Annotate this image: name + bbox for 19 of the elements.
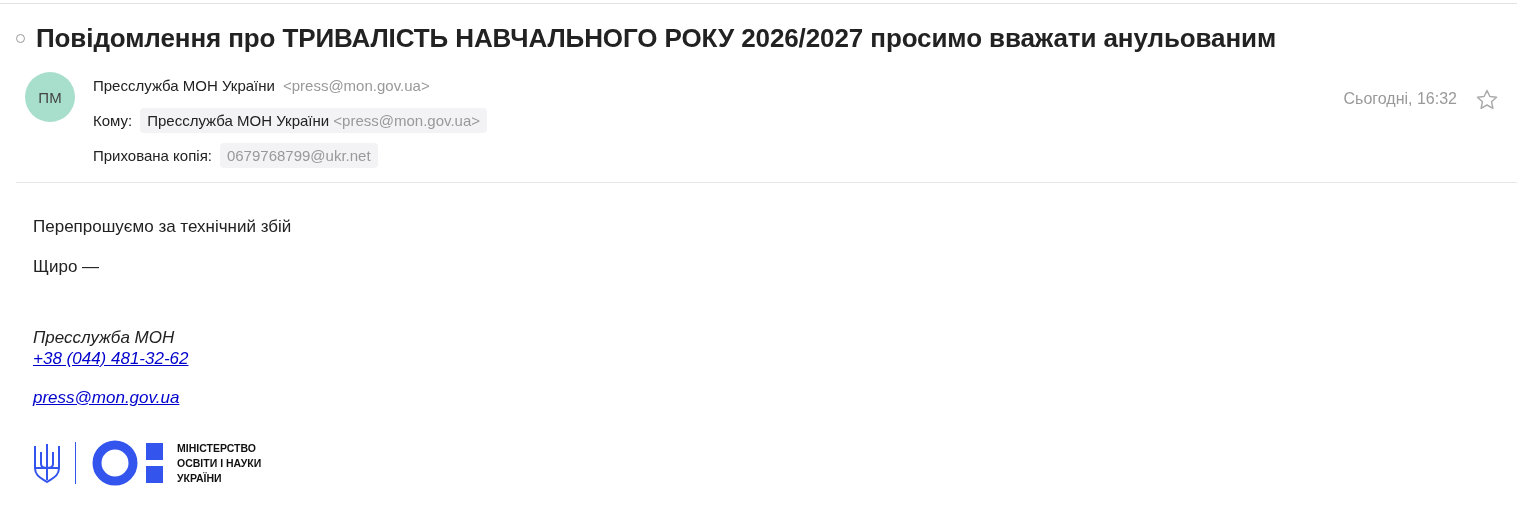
sender-avatar: ПМ <box>25 72 75 122</box>
star-icon[interactable] <box>1475 88 1499 112</box>
bcc-label: Прихована копія: <box>93 147 212 164</box>
body-paragraph: Перепрошуємо за технічний збій <box>33 217 293 237</box>
recipient-chip[interactable]: Пресслужба МОН України <press@mon.gov.ua> <box>140 108 488 133</box>
logo-text: МІНІСТЕРСТВО <box>177 440 257 456</box>
email-subject: Повідомлення про ТРИВАЛІСТЬ НАВЧАЛЬНОГО РОКУ 2026/2027 просимо вважати анульованим <box>36 22 1277 54</box>
body-paragraph: Щиро — <box>33 257 101 277</box>
logo-text: ОСВІТИ І НАУКИ <box>177 455 262 471</box>
email-date: Сьогодні, 16:32 <box>1343 90 1457 108</box>
sender-name: Пресслужба МОН України <box>93 77 275 94</box>
phone-link[interactable]: +38 (044) 481-32-62 <box>33 349 189 368</box>
logo-text: УКРАЇНИ <box>177 470 223 486</box>
sender-address: <press@mon.gov.ua> <box>282 77 430 94</box>
signature-name: Пресслужба МОН <box>33 327 176 348</box>
to-label: Кому: <box>93 112 133 129</box>
email-link[interactable]: press@mon.gov.ua <box>33 387 1517 408</box>
trident-icon <box>33 442 61 484</box>
ministry-logo-icon <box>92 440 164 486</box>
